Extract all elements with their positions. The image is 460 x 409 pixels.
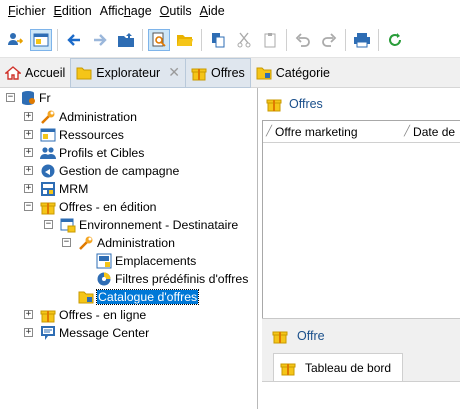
grid-header: ╱ Offre marketing ╱ Date de [263, 121, 460, 143]
collapse-toggle[interactable]: − [44, 220, 53, 229]
toolbar [0, 22, 460, 58]
offers-title: Offres [289, 97, 323, 111]
collapse-toggle[interactable]: − [6, 93, 15, 102]
tab-accueil-label: Accueil [25, 65, 66, 80]
expand-toggle[interactable]: + [24, 148, 33, 157]
tab-offres[interactable]: Offres [184, 57, 251, 88]
tree-node-message-center[interactable]: Message Center [40, 324, 149, 342]
search-doc-icon[interactable] [148, 28, 170, 51]
database-icon [20, 90, 36, 106]
home-icon [5, 65, 21, 80]
explorer-view-icon[interactable] [30, 28, 52, 51]
offer-detail-header: Offre [262, 323, 325, 349]
folder-up-icon[interactable] [115, 29, 137, 51]
expand-toggle[interactable]: + [24, 184, 33, 193]
redo-icon[interactable] [318, 29, 340, 51]
connect-user-icon[interactable] [4, 29, 26, 51]
gift-icon [272, 328, 288, 344]
expand-toggle[interactable]: + [24, 130, 33, 139]
copy-icon[interactable] [207, 29, 229, 51]
environment-icon [60, 217, 76, 233]
offer-detail-body [262, 381, 460, 409]
offer-detail-panel: Offre Tableau de bord [262, 318, 460, 409]
tab-offres-label: Offres [210, 65, 245, 80]
tab-explorateur[interactable]: Explorateur ✕ [70, 57, 186, 88]
open-folder-icon[interactable] [174, 29, 196, 51]
tree-node-catalogue[interactable]: Catalogue d'offres [78, 288, 200, 306]
print-icon[interactable] [351, 29, 373, 51]
offer-detail-title: Offre [297, 329, 325, 343]
wrench-icon [78, 235, 94, 251]
mrm-icon [40, 181, 56, 197]
expand-toggle[interactable]: + [24, 166, 33, 175]
filter-icon [96, 271, 112, 287]
wrench-icon [40, 109, 56, 125]
menu-affichage[interactable]: Affichage [96, 0, 156, 22]
tree-node-offres-en-ligne[interactable]: Offres - en ligne [40, 306, 146, 324]
offers-header: Offres [262, 88, 460, 120]
paste-icon[interactable] [259, 29, 281, 51]
resources-icon [40, 127, 56, 143]
tree-node-emplacements[interactable]: Emplacements [96, 252, 196, 270]
expand-toggle[interactable]: + [24, 112, 33, 121]
refresh-icon[interactable] [384, 29, 406, 51]
message-center-icon [40, 325, 56, 341]
catalog-folder-icon [78, 289, 94, 305]
tree-node-root[interactable]: Fr [20, 89, 51, 107]
menu-outils[interactable]: Outils [156, 0, 196, 22]
menu-aide[interactable]: Aide [196, 0, 229, 22]
tree-node-filtres[interactable]: Filtres prédéfinis d'offres [96, 270, 248, 288]
gift-icon [280, 360, 296, 376]
expand-toggle[interactable]: + [24, 328, 33, 337]
tree-node-offres-edition[interactable]: Offres - en édition [40, 198, 157, 216]
tree-node-environnement[interactable]: Environnement - Destinataire [60, 216, 238, 234]
undo-icon[interactable] [292, 29, 314, 51]
tree-node-administration[interactable]: Administration [40, 108, 137, 126]
gift-icon [40, 199, 56, 215]
tab-tableau-de-bord-label: Tableau de bord [305, 360, 392, 375]
people-icon [40, 145, 56, 161]
category-folder-icon [256, 67, 272, 79]
tree-node-ressources[interactable]: Ressources [40, 126, 124, 144]
tab-accueil[interactable]: Accueil [0, 58, 70, 88]
column-offre-marketing[interactable]: ╱ Offre marketing [263, 121, 401, 143]
tree-node-mrm[interactable]: MRM [40, 180, 88, 198]
gift-icon [266, 96, 282, 112]
placement-icon [96, 253, 112, 269]
collapse-toggle[interactable]: − [62, 238, 71, 247]
menu-bar: Fichier Edition Affichage Outils Aide [0, 0, 460, 22]
campaign-icon [40, 163, 56, 179]
tree-node-env-administration[interactable]: Administration [78, 234, 175, 252]
tab-explorateur-label: Explorateur [96, 65, 161, 80]
tab-bar: Accueil Explorateur ✕ Offres Catégorie [0, 57, 460, 88]
expand-toggle[interactable]: + [24, 310, 33, 319]
close-icon[interactable]: ✕ [168, 64, 180, 81]
tree-node-profils[interactable]: Profils et Cibles [40, 144, 144, 162]
folder-icon [76, 67, 92, 79]
cut-icon[interactable] [233, 29, 255, 51]
menu-fichier[interactable]: Fichier [4, 0, 50, 22]
forward-arrow-icon[interactable] [89, 29, 111, 51]
tab-categorie[interactable]: Catégorie [251, 58, 335, 88]
collapse-toggle[interactable]: − [24, 202, 33, 211]
tab-tableau-de-bord[interactable]: Tableau de bord [273, 353, 403, 381]
navigation-tree: − Fr + Administration + Ressources + Pro… [0, 88, 258, 409]
tab-categorie-label: Catégorie [275, 65, 330, 80]
back-arrow-icon[interactable] [63, 29, 85, 51]
gift-icon [191, 68, 207, 80]
column-date[interactable]: ╱ Date de [401, 121, 459, 143]
gift-icon [40, 307, 56, 323]
tree-node-campagne[interactable]: Gestion de campagne [40, 162, 179, 180]
menu-edition[interactable]: Edition [50, 0, 96, 22]
